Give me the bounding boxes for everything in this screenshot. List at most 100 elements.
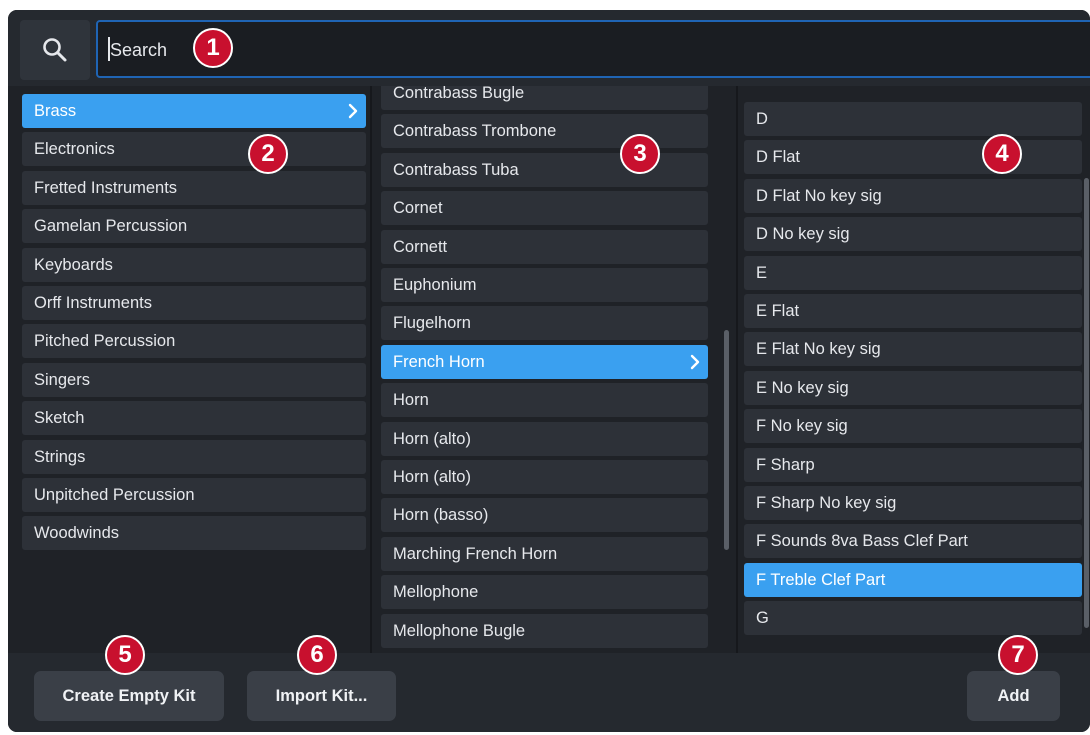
instrument-item[interactable]: Contrabass Bugle [381,86,708,110]
category-item[interactable]: Orff Instruments [22,286,366,320]
instrument-item-label: Mellophone [393,583,479,602]
add-instrument-dialog: Brass Electronics Fretted Instruments Gamel… [8,10,1090,732]
instrument-item[interactable]: Contrabass Trombone [381,114,708,149]
instrument-item[interactable]: Horn (alto) [381,421,708,456]
variant-item-label: E Flat [756,302,800,320]
instrument-item-label: French Horn [393,352,485,371]
variant-item[interactable]: E Flat [744,294,1082,328]
import-kit-button[interactable]: Import Kit... [247,671,396,721]
callout-badge: 4 [982,134,1022,174]
instrument-item[interactable]: Horn [381,383,708,418]
category-item[interactable]: Pitched Percussion [22,324,366,359]
category-item-label: Pitched Percussion [34,332,176,351]
category-item[interactable]: Electronics [22,132,366,167]
variant-item[interactable]: D No key sig [744,217,1082,252]
variant-item[interactable]: G [744,601,1082,636]
variant-list-scrollbar[interactable] [1084,178,1089,628]
variant-item[interactable]: E [744,255,1082,290]
category-item-label: Keyboards [34,255,113,274]
dialog-footer: Create Empty Kit Import Kit... Add [8,653,1090,732]
variant-item-label: E No key sig [756,378,849,397]
variant-item[interactable]: F Sharp No key sig [744,486,1082,520]
variant-item-label: D Flat [756,148,801,167]
callout-badge: 7 [998,635,1038,675]
variant-item-label: E [756,263,768,282]
callout-badge: 3 [620,134,660,174]
search-field[interactable] [96,20,1090,78]
instrument-item-label: Cornett [393,237,448,256]
variant-item-label: F Sounds 8va Bass Clef Part [756,532,968,551]
instrument-item[interactable]: Mellophone [381,575,708,610]
instrument-item[interactable]: Euphonium [381,268,708,302]
instrument-item-label: Contrabass Bugle [393,86,525,102]
create-empty-kit-button[interactable]: Create Empty Kit [34,671,224,721]
category-item-label: Sketch [34,409,85,428]
instrument-item-label: Contrabass Trombone [393,122,557,141]
variant-item-label: F Treble Clef Part [756,570,886,589]
variant-item[interactable]: D Flat [744,140,1082,175]
variant-item-label: E Flat No key sig [756,340,881,359]
instrument-item[interactable]: Mellophone Bugle [381,613,708,648]
instrument-item[interactable]: Cornett [381,229,708,264]
category-item-label: Strings [34,447,86,466]
category-item-label: Orff Instruments [34,294,152,312]
category-item-label: Woodwinds [34,524,119,543]
chevron-right-icon [346,94,360,128]
variant-item-label: G [756,609,769,628]
variant-item-label: F Sharp [756,455,815,474]
callout-badge: 5 [105,635,145,675]
variant-item[interactable]: F No key sig [744,409,1082,444]
instrument-item[interactable]: French Horn [381,344,708,379]
instrument-item-label: Horn (alto) [393,429,471,448]
search-input[interactable] [108,22,1012,78]
instrument-item[interactable]: Horn (alto) [381,460,708,494]
variant-item[interactable]: F Sharp [744,447,1082,482]
variant-item[interactable]: E No key sig [744,370,1082,405]
variant-list: D D Flat D Flat No key sig D No key sig E E F… [736,86,1090,653]
category-item[interactable]: Woodwinds [22,516,366,551]
category-item[interactable]: Unpitched Percussion [22,478,366,512]
variant-item[interactable]: F Sounds 8va Bass Clef Part [744,524,1082,559]
variant-item[interactable]: F Treble Clef Part [744,562,1082,597]
category-list: Brass Electronics Fretted Instruments Gamel… [8,86,370,653]
instrument-list-scrollbar[interactable] [724,330,729,550]
search-icon[interactable] [20,20,90,80]
category-item[interactable]: Brass [22,94,366,128]
variant-item-label: F No key sig [756,417,848,436]
add-button[interactable]: Add [967,671,1060,721]
callout-badge: 2 [248,134,288,174]
callout-badge: 6 [297,635,337,675]
instrument-item-label: Marching French Horn [393,544,558,563]
instrument-item-label: Horn (basso) [393,506,489,525]
variant-item[interactable]: E Flat No key sig [744,332,1082,367]
chevron-right-icon [688,345,702,379]
variant-item-label: D Flat No key sig [756,186,882,205]
instrument-item[interactable]: Marching French Horn [381,536,708,571]
category-item[interactable]: Fretted Instruments [22,170,366,205]
instrument-item-label: Cornet [393,199,443,218]
variant-item-label: D No key sig [756,225,850,244]
variant-item[interactable]: D [744,102,1082,136]
instrument-item-label: Mellophone Bugle [393,621,526,640]
category-item-label: Brass [34,102,77,120]
category-item[interactable]: Singers [22,362,366,397]
instrument-item[interactable]: Cornet [381,191,708,226]
instrument-item-label: Contrabass Tuba [393,160,519,179]
instrument-item-label: Horn (alto) [393,468,471,486]
search-bar [8,10,1090,86]
variant-item[interactable]: D Flat No key sig [744,178,1082,213]
instrument-item[interactable]: Horn (basso) [381,498,708,533]
variant-item-label: D [756,110,768,128]
category-item-label: Electronics [34,140,115,159]
callout-badge: 1 [193,28,233,68]
instrument-item[interactable]: Flugelhorn [381,306,708,341]
category-item[interactable]: Gamelan Percussion [22,209,366,244]
category-item-label: Fretted Instruments [34,178,178,197]
category-item[interactable]: Keyboards [22,247,366,282]
instrument-item-label: Horn [393,391,429,410]
category-item[interactable]: Sketch [22,401,366,436]
category-item-label: Unpitched Percussion [34,486,195,504]
instrument-item-label: Flugelhorn [393,314,471,333]
category-item[interactable]: Strings [22,439,366,474]
category-item-label: Singers [34,370,90,389]
